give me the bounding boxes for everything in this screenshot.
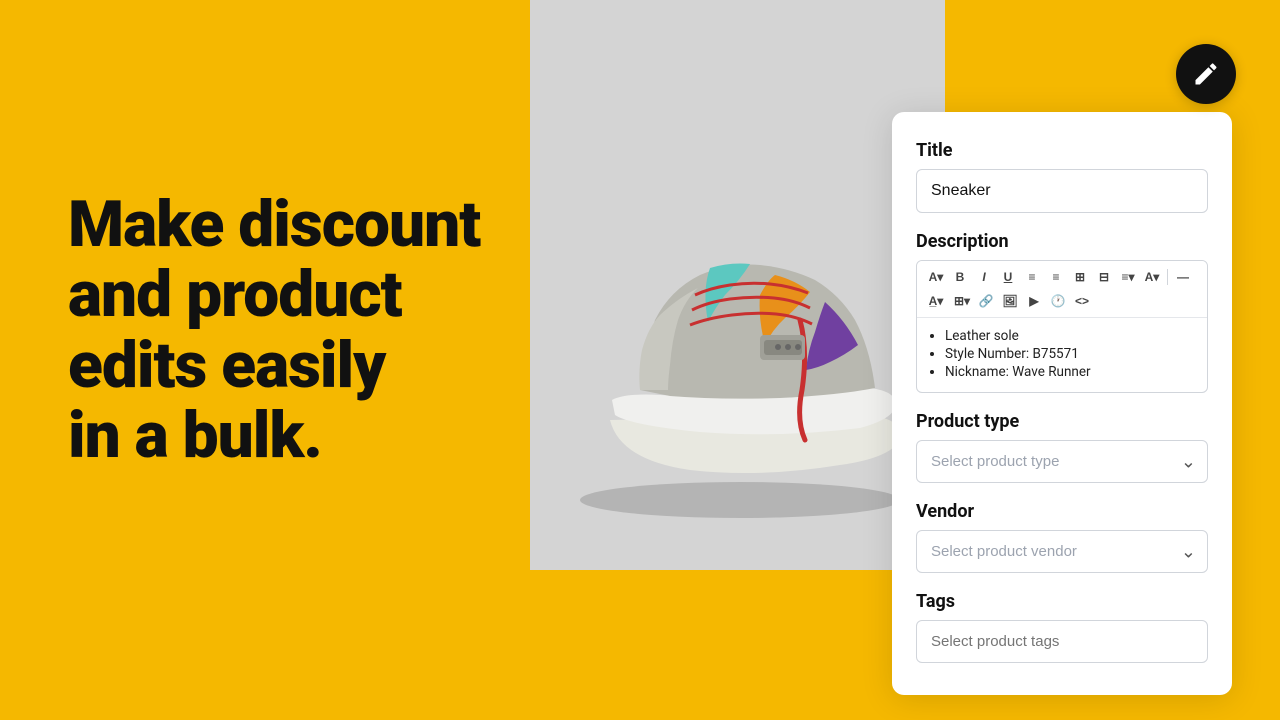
edit-fab-button[interactable] <box>1176 44 1236 104</box>
toolbar-table-btn[interactable]: ⊞▾ <box>951 290 973 312</box>
toolbar-divider-1 <box>1167 269 1168 285</box>
toolbar-code-btn[interactable]: <> <box>1071 290 1093 312</box>
toolbar-ol-btn[interactable]: ≡ <box>1045 266 1067 288</box>
desc-item-1: Leather sole <box>945 328 1195 344</box>
headline-line3: edits easily <box>68 328 385 403</box>
description-content[interactable]: Leather sole Style Number: B75571 Nickna… <box>917 318 1207 392</box>
headline-line4: in a bulk. <box>68 398 322 473</box>
toolbar-time-btn[interactable]: 🕐 <box>1047 290 1069 312</box>
toolbar-indent-btn[interactable]: ⊞ <box>1069 266 1091 288</box>
toolbar-image-btn[interactable]: 🖼 <box>999 290 1021 312</box>
tags-input[interactable] <box>916 620 1208 663</box>
toolbar-bold-btn[interactable]: B <box>949 266 971 288</box>
product-type-wrapper: Select product type ⌄ <box>916 440 1208 483</box>
product-type-label: Product type <box>916 411 1208 432</box>
product-type-select[interactable]: Select product type <box>916 440 1208 483</box>
toolbar-outdent-btn[interactable]: ⊟ <box>1093 266 1115 288</box>
headline-line2: and product <box>68 257 402 332</box>
toolbar-bg-btn[interactable]: A̲▾ <box>925 290 947 312</box>
toolbar-video-btn[interactable]: ▶ <box>1023 290 1045 312</box>
sneaker-svg <box>530 0 945 570</box>
description-label: Description <box>916 231 1208 252</box>
desc-item-3: Nickname: Wave Runner <box>945 364 1195 380</box>
product-form-panel: Title Description A▾ B I U ≡ ≡ ⊞ ⊟ ≡▾ A▾… <box>892 112 1232 695</box>
toolbar-ul-btn[interactable]: ≡ <box>1021 266 1043 288</box>
vendor-select[interactable]: Select product vendor <box>916 530 1208 573</box>
title-input[interactable] <box>916 169 1208 213</box>
toolbar-color-btn[interactable]: A▾ <box>1141 266 1163 288</box>
vendor-label: Vendor <box>916 501 1208 522</box>
desc-item-2: Style Number: B75571 <box>945 346 1195 362</box>
toolbar-align-btn[interactable]: ≡▾ <box>1117 266 1139 288</box>
description-box: A▾ B I U ≡ ≡ ⊞ ⊟ ≡▾ A▾ — A̲▾ ⊞▾ 🔗 🖼 ▶ 🕐 … <box>916 260 1208 393</box>
toolbar-italic-btn[interactable]: I <box>973 266 995 288</box>
sneaker-image-container <box>530 0 945 570</box>
toolbar-link-btn[interactable]: 🔗 <box>975 290 997 312</box>
vendor-wrapper: Select product vendor ⌄ <box>916 530 1208 573</box>
headline-line1: Make discount <box>68 187 480 262</box>
headline: Make discount and product edits easily i… <box>68 190 480 472</box>
description-toolbar: A▾ B I U ≡ ≡ ⊞ ⊟ ≡▾ A▾ — A̲▾ ⊞▾ 🔗 🖼 ▶ 🕐 … <box>917 261 1207 318</box>
pencil-icon <box>1192 60 1220 88</box>
toolbar-underline-btn[interactable]: U <box>997 266 1019 288</box>
tags-label: Tags <box>916 591 1208 612</box>
toolbar-strikethrough-btn[interactable]: — <box>1172 266 1194 288</box>
toolbar-font-btn[interactable]: A▾ <box>925 266 947 288</box>
title-label: Title <box>916 140 1208 161</box>
